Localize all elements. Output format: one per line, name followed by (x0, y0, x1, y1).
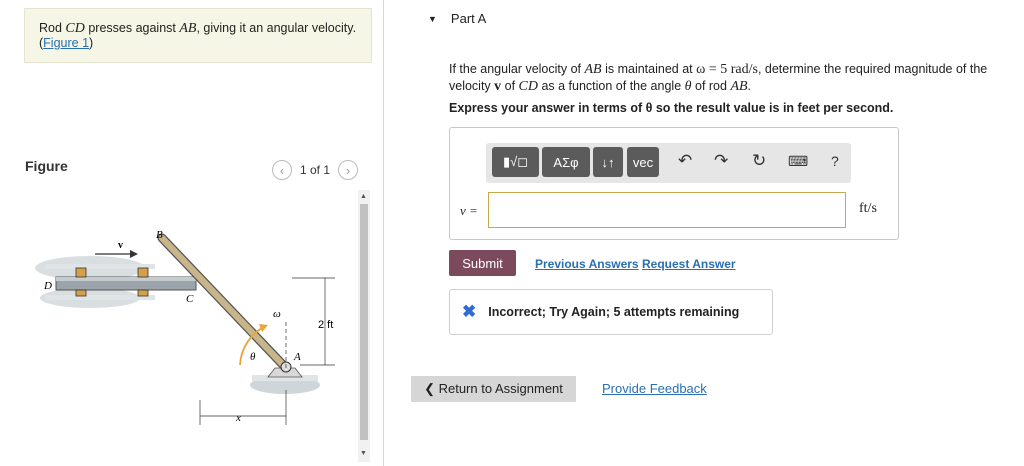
reset-icon[interactable]: ↻ (752, 151, 766, 171)
answer-unit: ft/s (859, 201, 877, 216)
collapse-triangle-icon: ▼ (428, 13, 437, 24)
figure-link[interactable]: Figure 1 (43, 36, 89, 50)
figure-page-count: 1 of 1 (300, 163, 331, 177)
chevron-left-icon: ‹ (279, 162, 285, 178)
part-a-header[interactable]: ▼ Part A (428, 11, 486, 26)
figure-diagram: v 2 ft x B D C A ω θ (35, 229, 335, 425)
feedback-text: Incorrect; Try Again; 5 attempts remaini… (488, 305, 740, 319)
problem-statement: Rod CD presses against AB, giving it an … (24, 8, 372, 63)
dimension-x (199, 390, 287, 425)
part-title: Part A (450, 11, 487, 26)
panel-divider (383, 0, 384, 466)
chevron-right-icon: › (345, 162, 351, 178)
submit-button[interactable]: Submit (449, 250, 516, 276)
dimension-label: 2 ft (318, 319, 333, 331)
scroll-up-icon[interactable]: ▲ (360, 193, 367, 200)
answer-label: v = (460, 203, 478, 218)
next-figure-button[interactable]: › (338, 160, 359, 180)
undo-icon[interactable]: ↶ (678, 151, 692, 171)
answer-input[interactable] (488, 192, 846, 228)
scroll-down-icon[interactable]: ▼ (360, 450, 367, 457)
help-button[interactable]: ? (831, 153, 839, 169)
provide-feedback-link[interactable]: Provide Feedback (602, 381, 707, 396)
x-label: x (235, 412, 241, 424)
return-to-assignment-button[interactable]: ❮ Return to Assignment (411, 376, 576, 402)
keyboard-icon[interactable]: ⌨ (788, 153, 808, 170)
greek-symbols-button[interactable]: ΑΣφ (542, 147, 590, 177)
feedback-message: ✖ Incorrect; Try Again; 5 attempts remai… (449, 289, 773, 335)
figure-heading: Figure (25, 158, 68, 174)
templates-button[interactable]: ▮√◻ (492, 147, 539, 177)
incorrect-x-icon: ✖ (462, 302, 477, 321)
d-label: D (43, 280, 52, 292)
scroll-thumb[interactable] (360, 204, 368, 440)
answer-instruction: Express your answer in terms of θ so the… (449, 101, 894, 115)
redo-icon[interactable]: ↷ (714, 151, 728, 171)
math-toolbar: ▮√◻ ΑΣφ ↓↑ vec ↶ ↷ ↻ ⌨ ? (486, 143, 851, 183)
figure-scrollbar[interactable]: ▲ ▼ (358, 190, 370, 462)
b-label: B (156, 229, 163, 241)
previous-answers-link[interactable]: Previous Answers (535, 257, 639, 271)
request-answer-link[interactable]: Request Answer (642, 257, 736, 271)
c-label: C (186, 293, 194, 305)
vector-button[interactable]: vec (627, 147, 659, 177)
a-label: A (293, 351, 301, 363)
figure-pager: ‹ 1 of 1 › (272, 158, 359, 182)
question-text: If the angular velocity of AB is maintai… (449, 62, 988, 94)
omega-label: ω (273, 308, 281, 320)
subscript-button[interactable]: ↓↑ (593, 147, 623, 177)
theta-label: θ (250, 351, 256, 363)
rod-ab (157, 233, 292, 373)
v-label: v (118, 240, 123, 251)
prev-figure-button[interactable]: ‹ (272, 160, 292, 180)
